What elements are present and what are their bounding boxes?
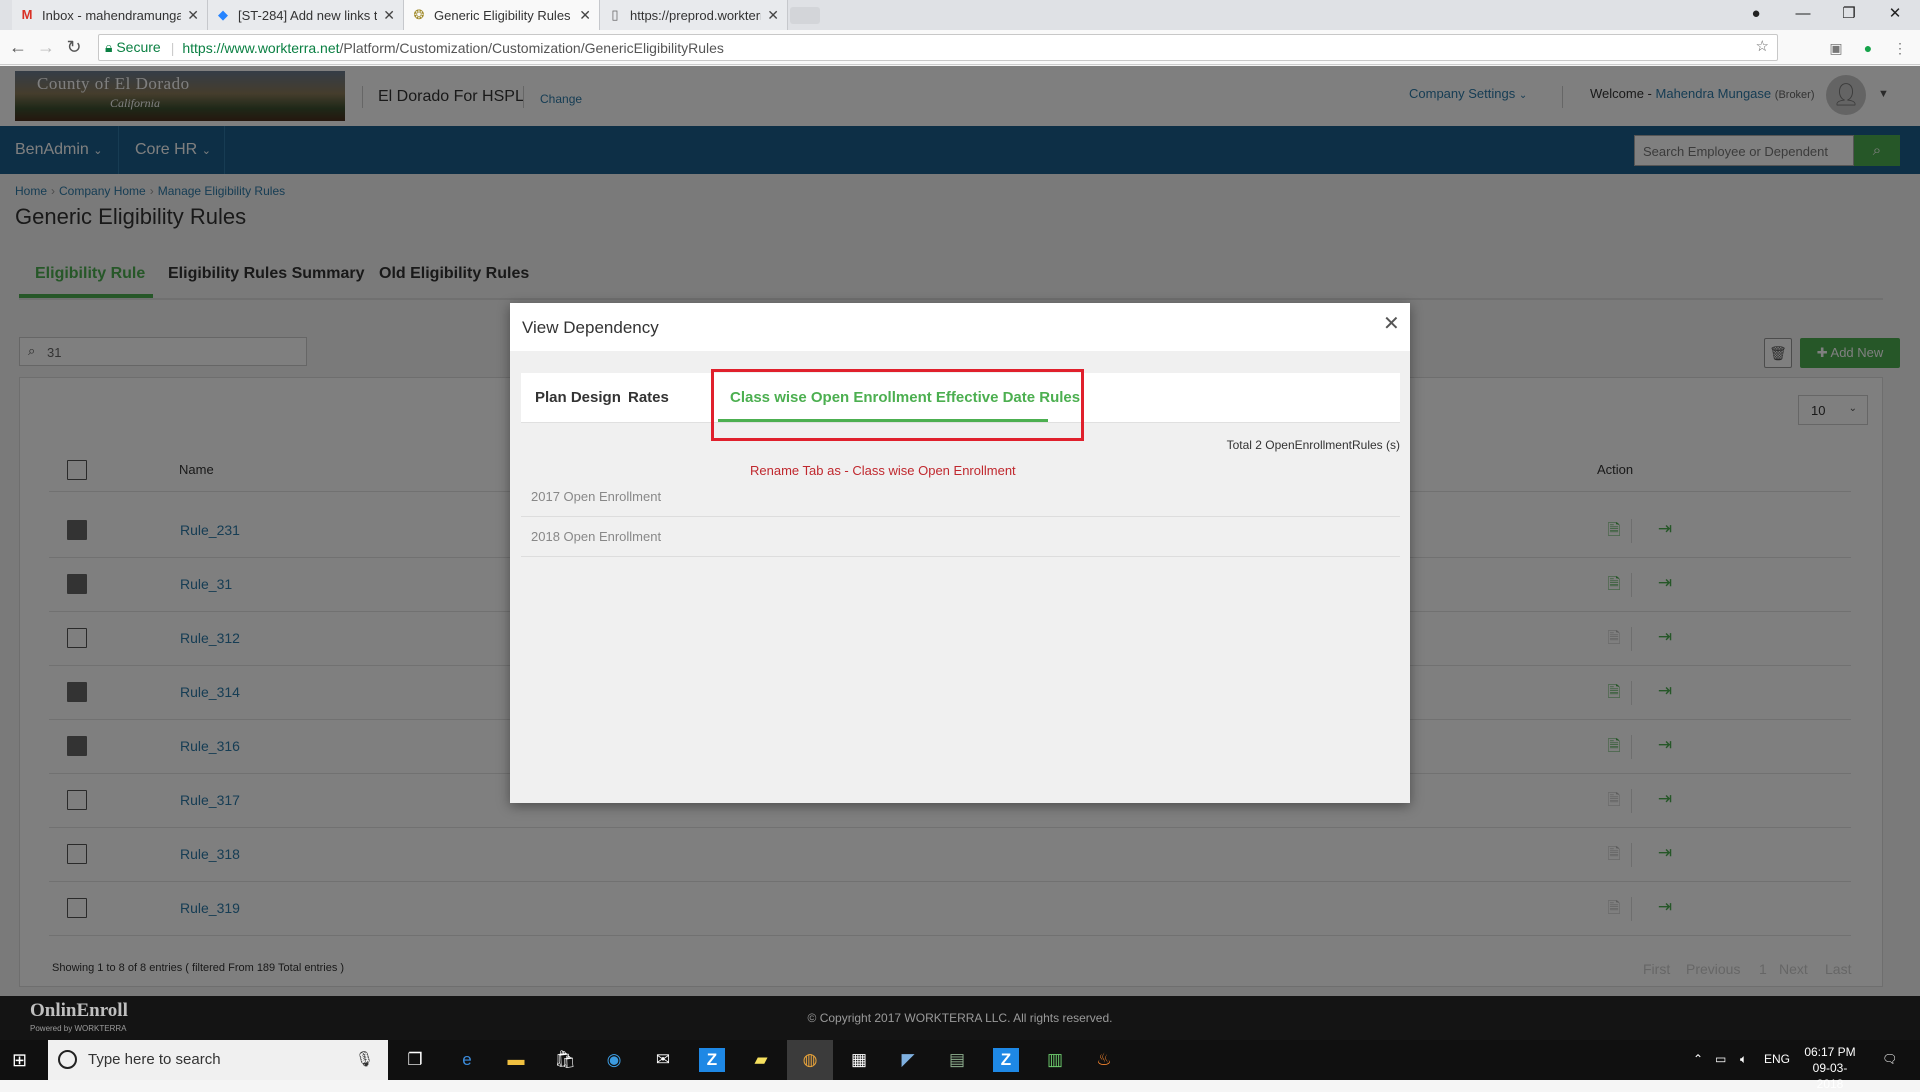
annotation-highlight-box <box>711 369 1084 441</box>
tab-rates[interactable]: Rates <box>628 389 669 406</box>
safari-icon[interactable]: ◉ <box>601 1048 627 1072</box>
task-view-icon[interactable]: ❐ <box>402 1048 428 1072</box>
clock-time: 06:17 PM <box>1804 1045 1856 1059</box>
language-indicator[interactable]: ENG <box>1764 1052 1790 1066</box>
browser-tab-jira[interactable]: ◆ [ST-284] Add new links t ✕ <box>208 0 404 30</box>
browser-tab-title: Generic Eligibility Rules <box>434 7 571 23</box>
browser-tab-title: Inbox - mahendramunga <box>42 7 182 23</box>
browser-tab-eligibility[interactable]: ❂ Generic Eligibility Rules ✕ <box>404 0 600 30</box>
close-icon[interactable]: ✕ <box>1383 311 1400 336</box>
app-icon[interactable]: ◤ <box>895 1048 921 1072</box>
taskbar-search-input[interactable]: Type here to search 🎙︎ <box>48 1040 388 1080</box>
browser-tab-preprod[interactable]: ▯ https://preprod.workterr ✕ <box>600 0 788 30</box>
close-icon[interactable]: ✕ <box>579 7 591 24</box>
annotation-note: Rename Tab as - Class wise Open Enrollme… <box>750 463 1016 478</box>
url-host: https://www.workterra.net <box>182 39 340 56</box>
browser-tab-title: [ST-284] Add new links t <box>238 7 378 23</box>
mail-icon[interactable]: ✉ <box>650 1048 676 1072</box>
clock-date: 09-03-2018 <box>1812 1061 1848 1091</box>
taskbar-search-placeholder: Type here to search <box>88 1051 221 1068</box>
document-icon: ▯ <box>611 7 619 22</box>
close-icon[interactable]: ✕ <box>767 7 779 24</box>
notification-icon[interactable]: 🗨︎ <box>1882 1052 1897 1066</box>
firefox-icon[interactable]: ♨ <box>1091 1048 1117 1072</box>
jira-icon: ◆ <box>218 7 228 22</box>
store-icon[interactable]: 🛍︎ <box>552 1048 578 1072</box>
windows-start-icon[interactable]: ⊞ <box>12 1050 27 1071</box>
microphone-icon[interactable]: 🎙︎ <box>355 1050 374 1068</box>
network-icon[interactable]: ▭ <box>1715 1052 1726 1066</box>
tab-plan-design[interactable]: Plan Design <box>535 389 621 406</box>
windows-taskbar: ⊞ Type here to search 🎙︎ ❐ e ▬ 🛍︎ ◉ ✉ Z … <box>0 1040 1920 1091</box>
reload-icon[interactable]: ↻ <box>62 35 86 59</box>
menu-kebab-icon[interactable]: ⋮ <box>1890 38 1910 58</box>
url-field[interactable]: 🔒︎ Secure | https://www.workterra.net/Pl… <box>98 34 1778 61</box>
chrome-icon[interactable]: ◍ <box>787 1040 833 1080</box>
url-path: /Platform/Customization/Customization/Ge… <box>339 39 724 56</box>
gmail-icon: M <box>21 7 33 22</box>
address-bar: ← → ↻ 🔒︎ Secure | https://www.workterra.… <box>0 30 1920 65</box>
file-explorer-icon[interactable]: ▬ <box>503 1048 529 1072</box>
view-dependency-modal: View Dependency ✕ Plan Design Rates Clas… <box>510 303 1410 803</box>
grammarly-icon[interactable]: ● <box>1858 38 1878 58</box>
browser-tab-gmail[interactable]: M Inbox - mahendramunga ✕ <box>12 0 208 30</box>
zoho-icon[interactable]: Z <box>699 1048 725 1072</box>
calculator-icon[interactable]: ▦ <box>846 1048 872 1072</box>
cortana-icon <box>58 1050 77 1069</box>
modal-title: View Dependency <box>522 318 659 337</box>
secure-label: Secure <box>116 39 161 55</box>
close-icon[interactable]: ✕ <box>383 7 395 24</box>
total-rules-count: Total 2 OpenEnrollmentRules (s) <box>1226 438 1400 452</box>
system-clock[interactable]: 06:17 PM 09-03-2018 <box>1800 1044 1860 1092</box>
list-item: 2017 Open Enrollment <box>521 477 1400 517</box>
new-tab-button[interactable] <box>790 7 820 24</box>
secure-lock-icon: 🔒︎ Secure <box>105 39 161 55</box>
back-icon[interactable]: ← <box>6 35 30 59</box>
forward-icon[interactable]: → <box>34 35 58 59</box>
page-icon: ❂ <box>413 7 425 22</box>
close-icon[interactable]: ✕ <box>187 7 199 24</box>
browser-tab-strip: M Inbox - mahendramunga ✕ ◆ [ST-284] Add… <box>0 0 1920 30</box>
volume-icon[interactable]: 🔈︎ <box>1740 1052 1747 1067</box>
profile-icon[interactable]: ● <box>1733 0 1779 30</box>
window-close-icon[interactable]: ✕ <box>1872 0 1918 30</box>
chevron-up-icon[interactable]: ⌃ <box>1693 1052 1703 1066</box>
zoho-icon-2[interactable]: Z <box>993 1048 1019 1072</box>
browser-tab-title: https://preprod.workterr <box>630 7 762 23</box>
app-icon-2[interactable]: ▤ <box>944 1048 970 1072</box>
modal-backdrop-footer <box>0 996 1920 1040</box>
minimize-icon[interactable]: — <box>1780 0 1826 30</box>
list-item: 2018 Open Enrollment <box>521 517 1400 557</box>
excel-icon[interactable]: ▥ <box>1042 1048 1068 1072</box>
sticky-notes-icon[interactable]: ▰ <box>748 1048 774 1072</box>
restore-icon[interactable]: ❐ <box>1826 0 1872 30</box>
bookmark-star-icon[interactable]: ☆ <box>1756 37 1769 55</box>
edge-icon[interactable]: e <box>454 1048 480 1072</box>
modal-body: Plan Design Rates Class wise Open Enroll… <box>510 351 1410 803</box>
extension-icon[interactable]: ▣ <box>1826 38 1846 58</box>
